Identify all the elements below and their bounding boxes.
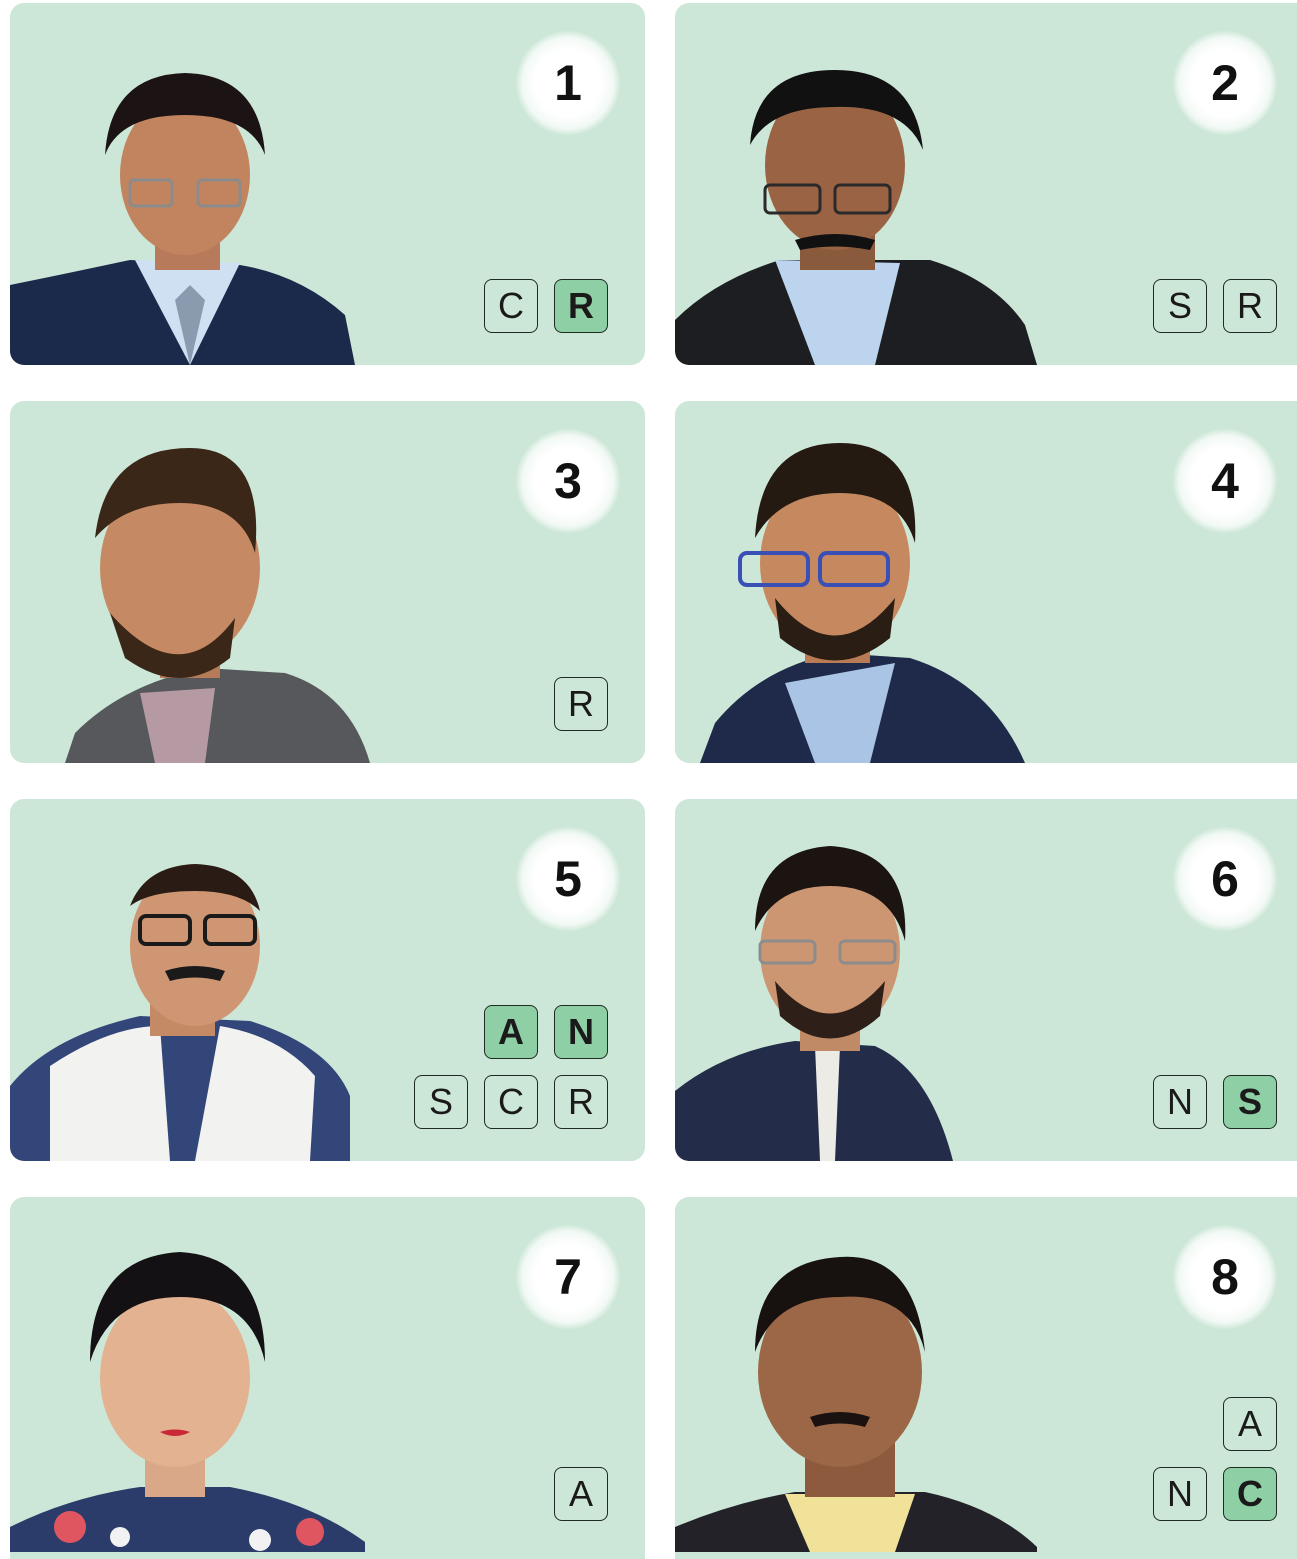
card-number-3: 3 [516,429,620,533]
badge-s[interactable]: S [1153,279,1207,333]
badge-group-1: C R [484,279,608,333]
badge-group-6: N S [1153,1075,1277,1129]
member-card-6[interactable]: 6 N S [675,799,1297,1161]
badge-group-5: A N S C R [414,1005,608,1129]
badge-group-3: R [554,677,608,731]
member-photo-7 [10,1242,365,1552]
badge-a-active[interactable]: A [484,1005,538,1059]
badge-a[interactable]: A [1223,1397,1277,1451]
badge-c[interactable]: C [484,1075,538,1129]
card-number-6: 6 [1173,827,1277,931]
card-number-2: 2 [1173,31,1277,135]
member-photo-4 [700,438,1030,763]
badge-group-2: S R [1153,279,1277,333]
badge-n-active[interactable]: N [554,1005,608,1059]
member-photo-1 [10,35,355,365]
badge-n[interactable]: N [1153,1467,1207,1521]
member-card-5[interactable]: 5 A N S C R [10,799,645,1161]
member-photo-5 [10,836,350,1161]
badge-r[interactable]: R [1223,279,1277,333]
badge-n[interactable]: N [1153,1075,1207,1129]
member-photo-8 [675,1232,1040,1552]
badge-r[interactable]: R [554,1075,608,1129]
badge-c-active[interactable]: C [1223,1467,1277,1521]
member-card-7[interactable]: 7 A [10,1197,645,1559]
badge-group-8: A N C [1153,1397,1277,1521]
badge-s-active[interactable]: S [1223,1075,1277,1129]
member-photo-6 [675,831,955,1161]
member-card-3[interactable]: 3 R [10,401,645,763]
card-number-8: 8 [1173,1225,1277,1329]
badge-r-active[interactable]: R [554,279,608,333]
member-photo-3 [65,443,375,763]
badge-c[interactable]: C [484,279,538,333]
card-number-5: 5 [516,827,620,931]
member-card-4[interactable]: 4 [675,401,1297,763]
badge-s[interactable]: S [414,1075,468,1129]
member-card-2[interactable]: 2 S R [675,3,1297,365]
card-number-1: 1 [516,31,620,135]
card-number-4: 4 [1173,429,1277,533]
badge-r[interactable]: R [554,677,608,731]
member-card-1[interactable]: 1 C R [10,3,645,365]
member-card-8[interactable]: 8 A N C [675,1197,1297,1559]
badge-a[interactable]: A [554,1467,608,1521]
member-photo-2 [675,35,1040,365]
card-number-7: 7 [516,1225,620,1329]
badge-group-7: A [554,1467,608,1521]
